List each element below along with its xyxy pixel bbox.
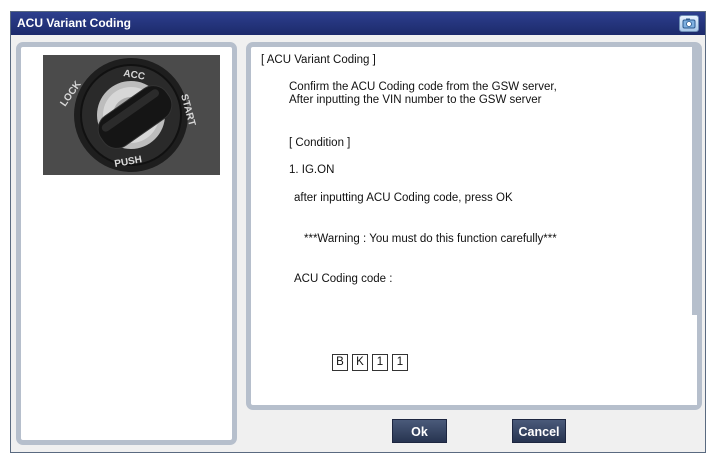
instruction-line-2: After inputting the VIN number to the GS… [289, 94, 542, 106]
code-char-4[interactable]: 1 [392, 354, 408, 371]
window-title: ACU Variant Coding [17, 16, 132, 30]
left-panel: LOCK ACC START PUSH [16, 42, 237, 445]
warning-text: ***Warning : You must do this function c… [304, 233, 557, 245]
cancel-button[interactable]: Cancel [512, 419, 566, 443]
code-input-group: B K 1 1 [332, 354, 422, 371]
instruction-line-1: Confirm the ACU Coding code from the GSW… [289, 81, 557, 93]
dialog-window: ACU Variant Coding LOCK ACC START PUSH [… [10, 11, 706, 453]
instruction-press-ok: after inputting ACU Coding code, press O… [294, 192, 513, 204]
instruction-content: [ ACU Variant Coding ] Confirm the ACU C… [259, 51, 689, 401]
help-icon [682, 18, 696, 29]
code-char-1[interactable]: B [332, 354, 348, 371]
title-bar: ACU Variant Coding [11, 12, 705, 35]
right-panel: [ ACU Variant Coding ] Confirm the ACU C… [246, 42, 702, 410]
code-label: ACU Coding code : [294, 273, 393, 285]
scrollbar-thumb[interactable] [692, 47, 697, 315]
help-button[interactable] [679, 15, 699, 32]
code-char-3[interactable]: 1 [372, 354, 388, 371]
condition-heading: [ Condition ] [289, 137, 351, 149]
vertical-scrollbar[interactable] [692, 47, 697, 405]
condition-item: 1. IG.ON [289, 164, 335, 176]
code-char-2[interactable]: K [352, 354, 368, 371]
content-heading: [ ACU Variant Coding ] [261, 54, 376, 66]
ignition-switch-image: LOCK ACC START PUSH [43, 55, 220, 175]
ok-button[interactable]: Ok [392, 419, 447, 443]
